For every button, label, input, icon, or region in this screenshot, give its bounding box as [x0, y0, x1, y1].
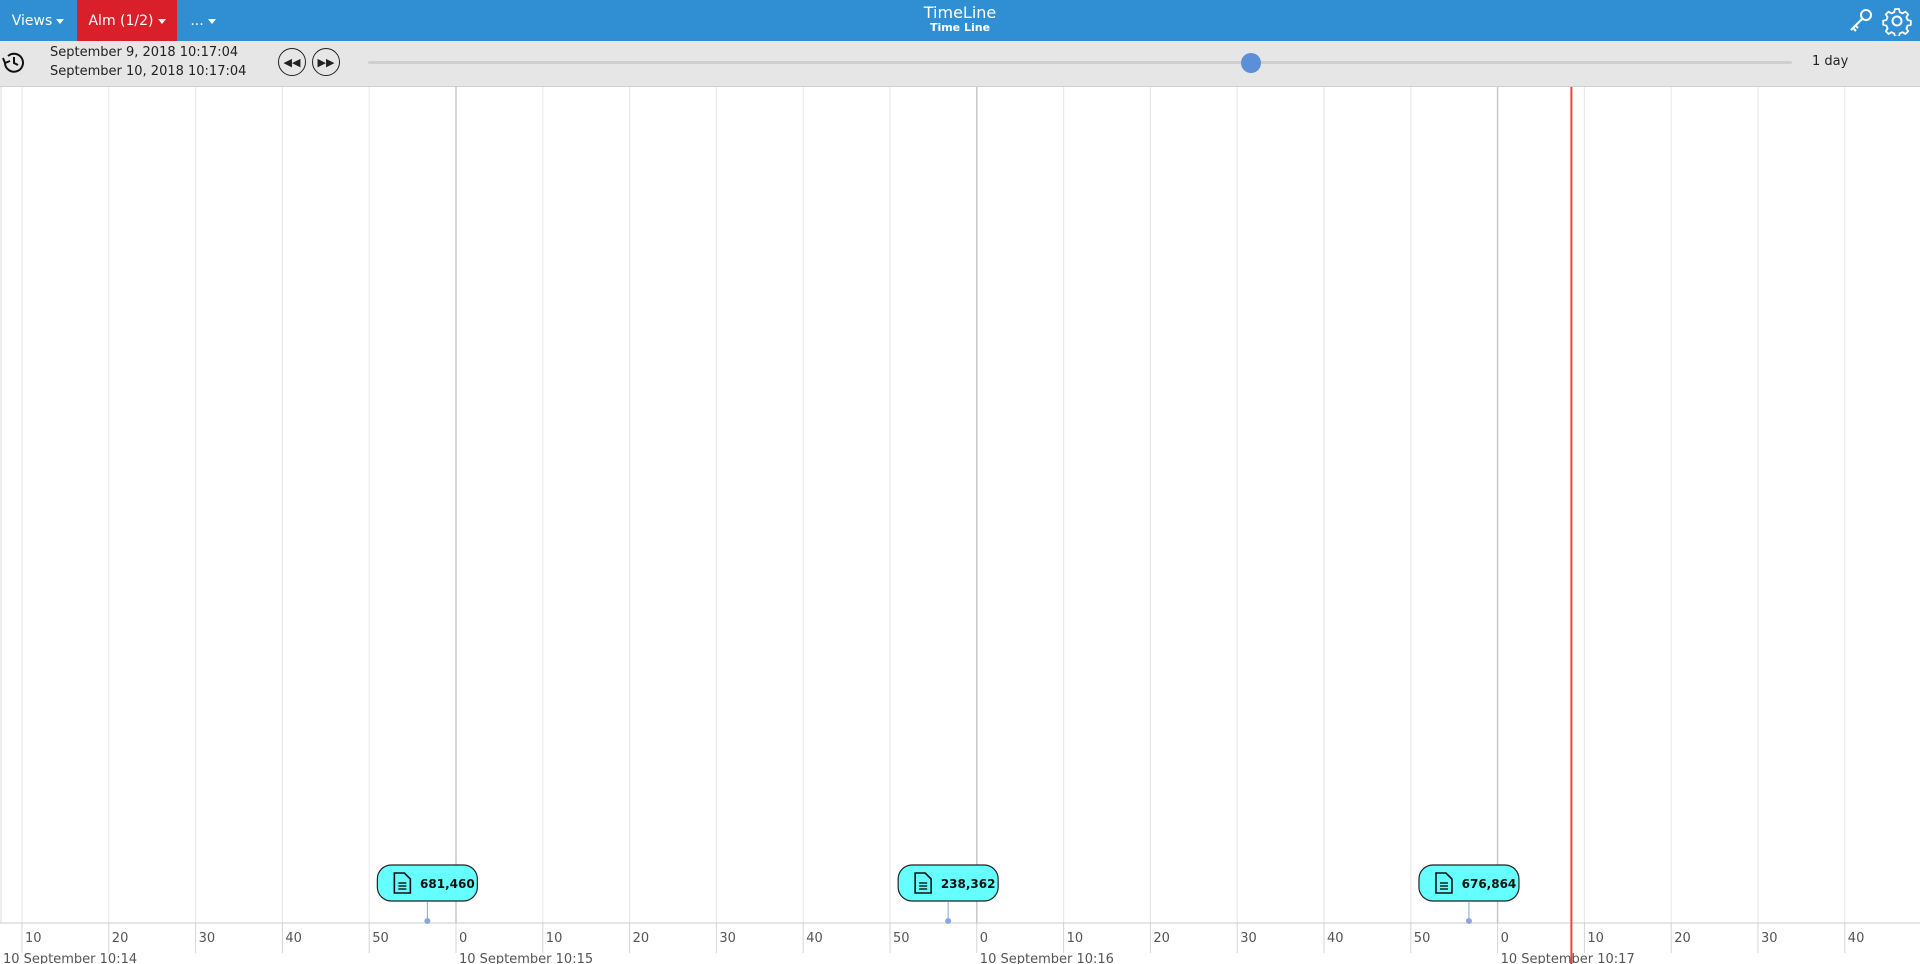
tick-label: 10: [25, 931, 42, 946]
tick-label: 10: [1067, 931, 1084, 946]
tick-label: 50: [372, 931, 389, 946]
event-label: 238,362: [941, 877, 996, 891]
major-time-label: 10 September 10:15: [459, 952, 593, 964]
tick-label: 0: [1501, 931, 1509, 946]
major-time-label: 10 September 10:16: [980, 952, 1114, 964]
page-title-block: TimeLine Time Line: [860, 4, 1060, 34]
chevron-down-icon: [56, 19, 65, 24]
tick-label: 20: [1674, 931, 1691, 946]
event-label: 681,460: [420, 877, 475, 891]
timeline-chart[interactable]: 10 20 30 40 50 0 10 20 30 40 50 0 10 20 30 40 50 0 10 20 30 4…: [0, 87, 1920, 964]
forward-button[interactable]: ▶▶: [312, 48, 340, 76]
tick-label: 50: [893, 931, 910, 946]
time-toolbar: September 9, 2018 10:17:04 September 10,…: [0, 41, 1920, 87]
tick-label: 30: [199, 931, 216, 946]
chevron-down-icon: [207, 19, 216, 24]
time-range-slider-thumb[interactable]: [1240, 53, 1261, 73]
range-label: 1 day: [1812, 54, 1849, 69]
tick-label: 50: [1414, 931, 1431, 946]
tick-label: 20: [112, 931, 129, 946]
alarm-label: Alm (1/2): [88, 12, 154, 29]
page-subtitle: Time Line: [929, 21, 991, 34]
top-bar: Views Alm (1/2) ... TimeLine Time Line: [0, 0, 1920, 41]
event-label: 676,864: [1462, 877, 1517, 891]
tick-label: 10: [546, 931, 563, 946]
key-icon[interactable]: [1846, 6, 1876, 36]
time-range-slider-track[interactable]: [368, 61, 1792, 64]
more-menu-button[interactable]: ...: [180, 0, 226, 41]
tick-label: 0: [980, 931, 988, 946]
alarm-menu-button[interactable]: Alm (1/2): [77, 0, 177, 41]
page-title: TimeLine: [923, 3, 997, 22]
tick-label: 40: [806, 931, 823, 946]
tick-label: 40: [1848, 931, 1865, 946]
event-dot: [424, 918, 431, 924]
tick-label: 0: [459, 931, 467, 946]
range-end-date: September 10, 2018 10:17:04: [50, 64, 247, 79]
views-menu-button[interactable]: Views: [0, 0, 76, 41]
forward-icon: ▶▶: [317, 55, 335, 69]
event-marker[interactable]: 681,460: [376, 864, 478, 924]
tick-label: 40: [1327, 931, 1344, 946]
major-time-label: 10 September 10:17: [1501, 952, 1635, 964]
rewind-button[interactable]: ◀◀: [278, 48, 306, 76]
timeline-svg: 10 20 30 40 50 0 10 20 30 40 50 0 10 20 30 40 50 0 10 20 30 4…: [0, 87, 1920, 964]
tick-label: 30: [719, 931, 736, 946]
event-dot: [1465, 918, 1472, 924]
major-time-label: 10 September 10:14: [3, 952, 137, 964]
tick-label: 20: [633, 931, 650, 946]
event-dot: [945, 918, 952, 924]
tick-label: 10: [1587, 931, 1604, 946]
tick-label: 30: [1240, 931, 1257, 946]
views-label: Views: [11, 12, 53, 29]
chevron-down-icon: [157, 19, 166, 24]
tick-label: 20: [1153, 931, 1170, 946]
gear-icon[interactable]: [1882, 6, 1912, 36]
tick-label: 40: [285, 931, 302, 946]
history-icon[interactable]: [0, 49, 28, 77]
event-marker[interactable]: 676,864: [1418, 864, 1520, 924]
tick-label: 30: [1761, 931, 1778, 946]
rewind-icon: ◀◀: [283, 55, 301, 69]
event-marker[interactable]: 238,362: [897, 864, 999, 924]
range-start-date: September 9, 2018 10:17:04: [50, 45, 239, 60]
more-label: ...: [190, 12, 204, 29]
